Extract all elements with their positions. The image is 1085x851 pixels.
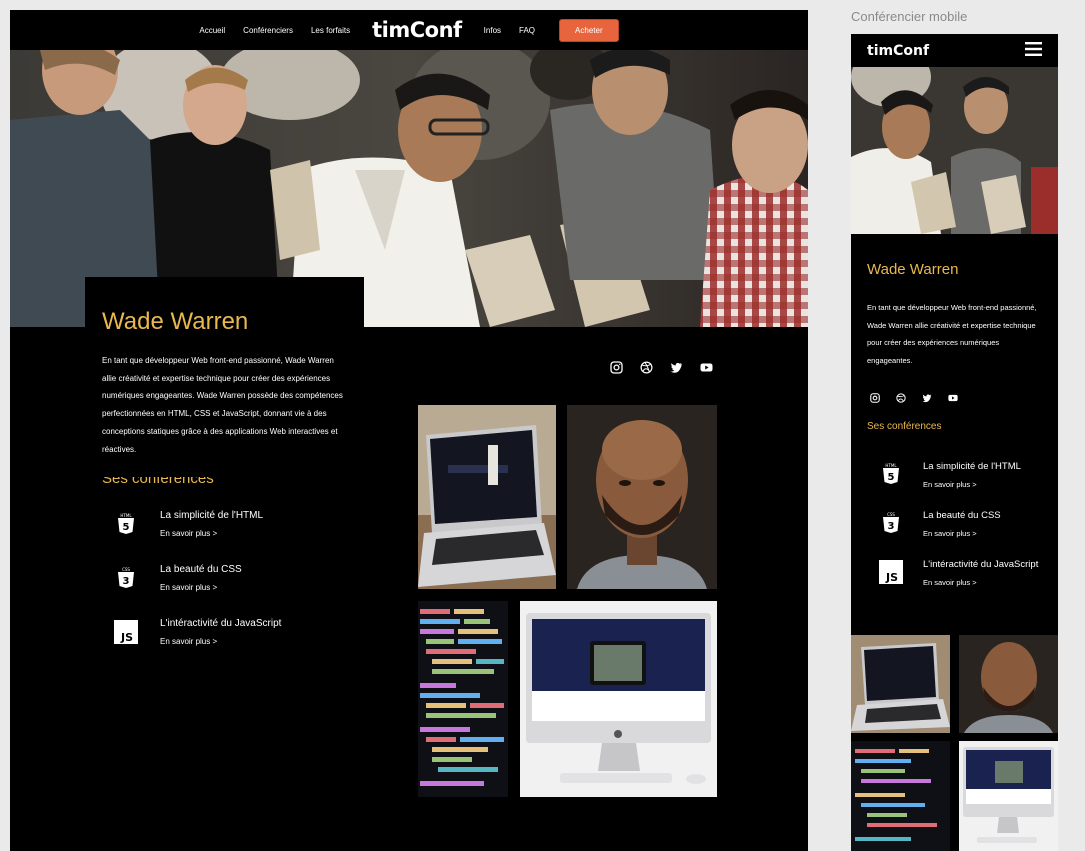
- instagram-icon[interactable]: [610, 359, 623, 374]
- mobile-logo[interactable]: timConf: [867, 43, 929, 59]
- talk-title: L'intéractivité du JavaScript: [923, 559, 1039, 570]
- nav-link-conferenciers[interactable]: Conférenciers: [243, 26, 293, 35]
- hamburger-menu-icon[interactable]: [1025, 41, 1042, 60]
- talk-title: L'intéractivité du JavaScript: [160, 618, 282, 629]
- mobile-speaker-name: Wade Warren: [867, 261, 959, 278]
- html5-icon: HTML 5: [879, 461, 903, 487]
- mobile-talk-item-html[interactable]: HTML 5 La simplicité de l'HTML En savoir …: [879, 461, 1021, 489]
- mobile-laptop-photo: [851, 635, 950, 733]
- speaker-portrait: [567, 405, 717, 589]
- mobile-code-photo: [851, 741, 950, 851]
- twitter-icon[interactable]: [670, 359, 683, 373]
- mobile-speaker-portrait: [959, 635, 1058, 733]
- svg-text:3: 3: [123, 576, 130, 587]
- talk-title: La simplicité de l'HTML: [923, 461, 1021, 472]
- talk-more-link[interactable]: En savoir plus >: [160, 583, 242, 592]
- talk-item-css[interactable]: CSS 3 La beauté du CSS En savoir plus >: [114, 564, 242, 592]
- javascript-icon: JS: [879, 559, 903, 585]
- talk-item-html[interactable]: HTML 5 La simplicité de l'HTML En savoir …: [114, 510, 263, 538]
- speaker-name: Wade Warren: [102, 308, 249, 335]
- svg-text:JS: JS: [885, 571, 898, 584]
- svg-text:HTML: HTML: [885, 463, 897, 468]
- mobile-hero-photo: [851, 67, 1058, 234]
- svg-text:CSS: CSS: [887, 512, 895, 517]
- talk-more-link[interactable]: En savoir plus >: [160, 637, 281, 646]
- svg-text:5: 5: [123, 522, 130, 533]
- svg-text:3: 3: [888, 521, 895, 532]
- nav-link-faq[interactable]: FAQ: [519, 26, 535, 35]
- top-nav: Accueil Conférenciers Les forfaits timCo…: [10, 10, 808, 50]
- talk-more-link[interactable]: En savoir plus >: [923, 480, 1021, 489]
- imac-photo: [520, 601, 717, 797]
- youtube-icon[interactable]: [948, 388, 958, 402]
- svg-text:JS: JS: [120, 631, 133, 644]
- javascript-icon: JS: [114, 618, 138, 646]
- mobile-talk-item-css[interactable]: CSS 3 La beauté du CSS En savoir plus >: [879, 510, 1001, 538]
- talk-more-link[interactable]: En savoir plus >: [923, 578, 1038, 587]
- html5-icon: HTML 5: [114, 510, 138, 538]
- talk-title: La beauté du CSS: [160, 564, 242, 575]
- instagram-icon[interactable]: [870, 388, 880, 403]
- mobile-talk-item-javascript[interactable]: JS L'intéractivité du JavaScript En savo…: [879, 559, 1038, 587]
- mobile-imac-photo: [959, 741, 1058, 851]
- code-photo: [418, 601, 508, 797]
- site-logo[interactable]: timConf: [372, 18, 462, 42]
- talk-title: La beauté du CSS: [923, 510, 1001, 521]
- speaker-bio: En tant que développeur Web front-end pa…: [102, 356, 343, 454]
- talk-more-link[interactable]: En savoir plus >: [923, 529, 1001, 538]
- svg-text:HTML: HTML: [120, 513, 132, 518]
- buy-button[interactable]: Acheter: [559, 18, 619, 42]
- mobile-top-nav: timConf: [851, 34, 1058, 67]
- svg-text:5: 5: [888, 472, 895, 483]
- css3-icon: CSS 3: [114, 564, 138, 592]
- svg-text:CSS: CSS: [122, 567, 130, 572]
- mobile-talks-heading: Ses conférences: [867, 421, 942, 432]
- youtube-icon[interactable]: [700, 359, 713, 372]
- dribbble-icon[interactable]: [896, 388, 906, 403]
- nav-link-infos[interactable]: Infos: [484, 26, 501, 35]
- css3-icon: CSS 3: [879, 510, 903, 536]
- nav-link-accueil[interactable]: Accueil: [199, 26, 225, 35]
- nav-link-forfaits[interactable]: Les forfaits: [311, 26, 350, 35]
- talk-item-javascript[interactable]: JS L'intéractivité du JavaScript En savo…: [114, 618, 281, 646]
- mobile-speaker-bio: En tant que développeur Web front-end pa…: [867, 303, 1037, 365]
- social-links: [610, 359, 713, 374]
- twitter-icon[interactable]: [922, 388, 932, 403]
- dribbble-icon[interactable]: [640, 359, 653, 374]
- mobile-speaker-page: timConf Wade Warren En tant que développ…: [851, 34, 1058, 851]
- talk-title: La simplicité de l'HTML: [160, 510, 264, 521]
- desktop-speaker-page: Accueil Conférenciers Les forfaits timCo…: [10, 10, 808, 851]
- laptop-photo: [418, 405, 556, 589]
- talk-more-link[interactable]: En savoir plus >: [160, 529, 263, 538]
- mobile-artboard-label: Conférencier mobile: [851, 9, 968, 24]
- mobile-social-links: [870, 388, 958, 403]
